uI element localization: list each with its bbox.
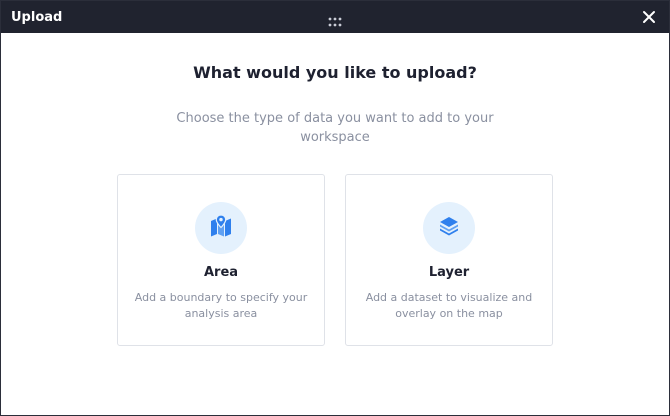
upload-options: Area Add a boundary to specify your anal… <box>117 174 553 346</box>
layer-option-title: Layer <box>428 265 470 280</box>
area-option-description: Add a boundary to specify your analysis … <box>134 291 308 320</box>
close-icon[interactable] <box>641 9 657 25</box>
layers-icon <box>437 214 461 242</box>
layer-icon-circle <box>423 202 475 254</box>
window-title: Upload <box>11 9 63 25</box>
upload-dialog: Upload What would you like to upload? Ch… <box>0 0 670 416</box>
area-option-card[interactable]: Area Add a boundary to specify your anal… <box>117 174 325 346</box>
area-option-title: Area <box>203 265 239 280</box>
layer-option-description: Add a dataset to visualize and overlay o… <box>365 291 533 320</box>
drag-handle-icon[interactable] <box>328 12 342 27</box>
dialog-content: What would you like to upload? Choose th… <box>1 63 669 147</box>
title-bar: Upload <box>1 1 669 33</box>
dialog-subheading: Choose the type of data you want to add … <box>176 111 494 145</box>
area-icon-circle <box>195 202 247 254</box>
dialog-heading: What would you like to upload? <box>193 63 477 82</box>
layer-option-card[interactable]: Layer Add a dataset to visualize and ove… <box>345 174 553 346</box>
map-pin-icon <box>209 214 233 242</box>
